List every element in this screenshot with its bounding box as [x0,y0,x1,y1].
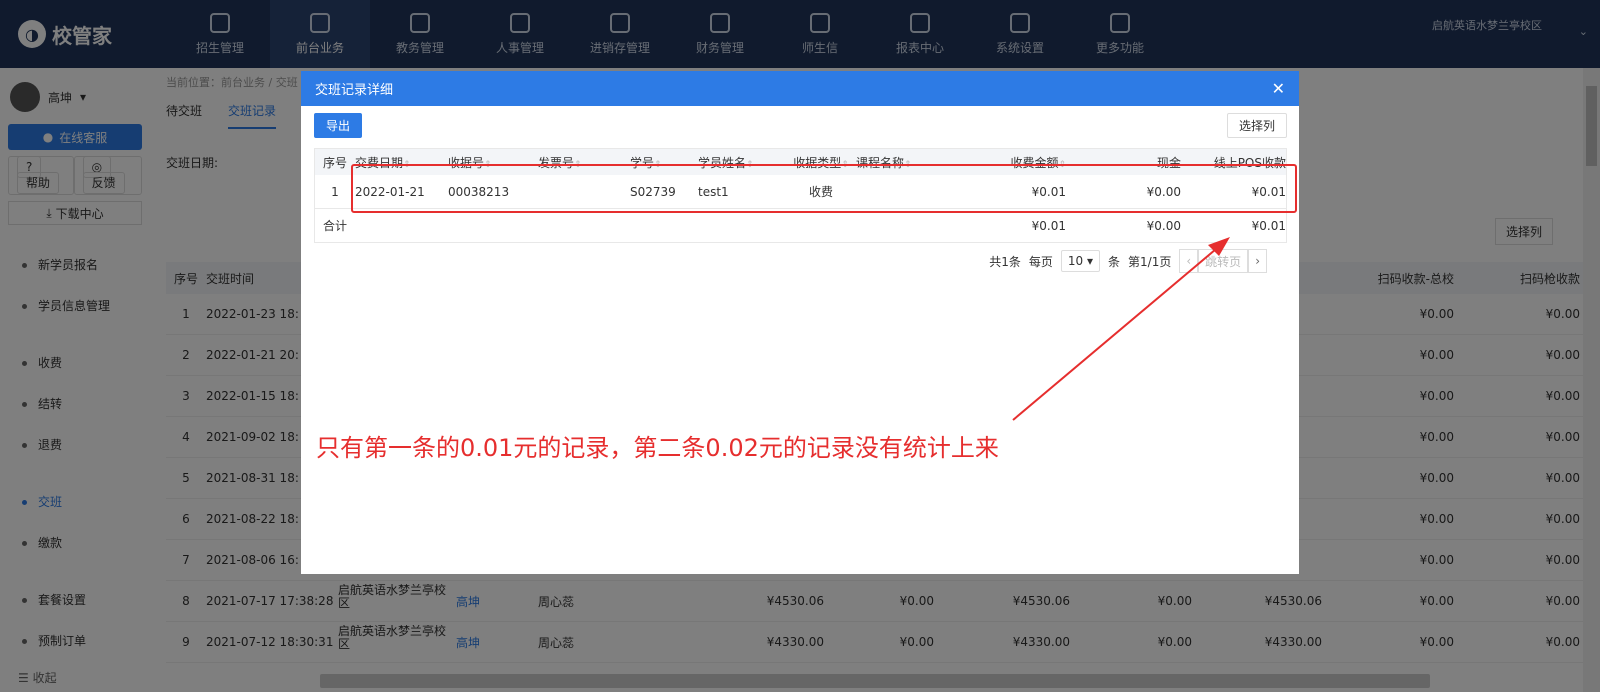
summary-row: 合计 ¥0.01 ¥0.00 ¥0.01 [322,218,1286,234]
chevron-down-icon: ▾ [1086,254,1094,268]
jump-page-input[interactable]: 跳转页 [1198,249,1249,273]
prev-page-button[interactable]: ‹ [1179,249,1199,273]
per-page-label: 每页 [1028,254,1053,269]
close-icon[interactable]: ✕ [1272,79,1285,98]
chevron-right-icon: › [1255,254,1260,268]
export-button[interactable]: 导出 [314,113,362,138]
page-size-select[interactable]: 10 ▾ [1060,250,1101,272]
annotation-text: 只有第一条的0.01元的记录，第二条0.02元的记录没有统计上来 [316,434,999,462]
shift-detail-dialog: 交班记录详细 ✕ 导出 选择列 序号 交费日期⇕ 收据号⇕ 发票号⇕ 学号⇕ 学… [301,71,1299,574]
pagination: 共1条 每页 10 ▾ 条 第1/1页 ‹ 跳转页 › [989,249,1267,273]
select-columns-button[interactable]: 选择列 [1227,113,1287,138]
next-page-button[interactable]: › [1248,249,1267,273]
total-count: 共1条 [989,254,1021,269]
unit-label: 条 [1108,254,1121,269]
page-indicator: 第1/1页 [1128,254,1172,269]
chevron-left-icon: ‹ [1186,254,1192,268]
annotation-highlight-box [351,164,1297,213]
dialog-title: 交班记录详细 [315,83,394,98]
dialog-header: 交班记录详细 ✕ [301,71,1299,106]
